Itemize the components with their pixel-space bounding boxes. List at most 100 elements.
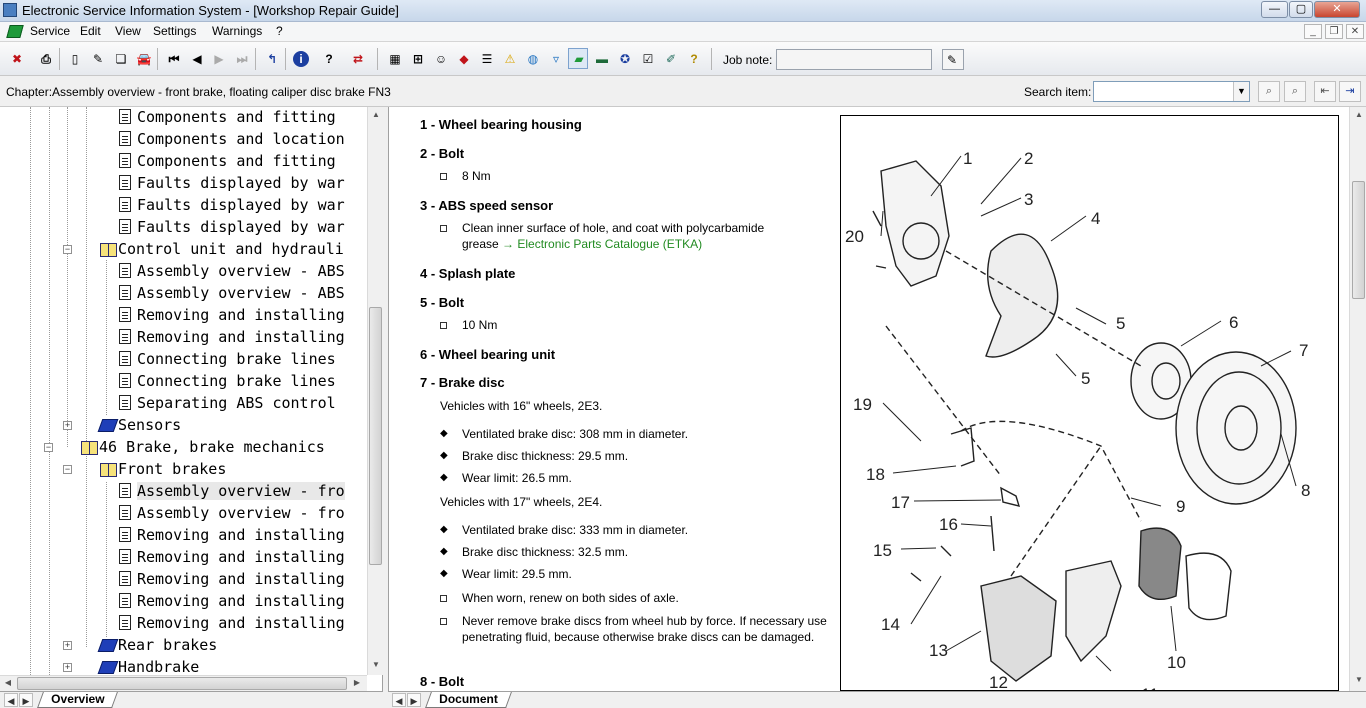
doc-tab-next-icon[interactable]: ▶ [407,693,421,707]
globe-button[interactable]: ◍ [522,48,542,69]
tab-prev-icon[interactable]: ◀ [4,693,18,707]
scroll-left-icon[interactable]: ◀ [0,678,16,687]
expand-right-button[interactable]: ⇥ [1339,81,1361,102]
maximize-button[interactable]: ▢ [1289,1,1313,18]
collapse-icon[interactable]: − [63,465,72,474]
warning-button[interactable]: ⚠ [499,48,519,69]
expand-icon[interactable]: + [63,641,72,650]
next-button[interactable]: ▶ [208,48,228,69]
tree-item[interactable]: Removing and installing [0,305,367,327]
exit-button[interactable]: ✖ [6,48,26,69]
close-button[interactable]: ✕ [1314,1,1360,18]
doc-scroll-up-icon[interactable]: ▲ [1351,110,1366,119]
search-next-button[interactable]: ⌕ [1284,81,1306,102]
mdi-close-icon[interactable]: ✕ [1346,24,1364,39]
collapse-icon[interactable]: − [63,245,72,254]
menu-service[interactable]: Service [30,24,70,38]
tree-item[interactable]: − 46 Brake, brake mechanics [0,437,367,459]
tab-overview[interactable]: Overview [37,692,119,708]
checklist-button[interactable]: ☑ [637,48,657,69]
new-document-button[interactable]: ▯ [64,48,84,69]
menu-edit[interactable]: Edit [80,24,101,38]
tree-vertical-scrollbar[interactable]: ▲ ▼ [367,107,383,675]
tree-item[interactable]: Faults displayed by war [0,173,367,195]
search-prev-button[interactable]: ⌕ [1258,81,1280,102]
tree-item[interactable]: Assembly overview - ABS [0,283,367,305]
doc-tab-prev-icon[interactable]: ◀ [392,693,406,707]
tree-horizontal-scrollbar[interactable]: ◀ ▶ [0,675,367,691]
menu-settings[interactable]: Settings [153,24,196,38]
mdi-minimize-icon[interactable]: _ [1304,24,1322,39]
tree-item[interactable]: − Front brakes [0,459,367,481]
tree-item[interactable]: Connecting brake lines [0,371,367,393]
scroll-right-icon[interactable]: ▶ [349,678,365,687]
search-select[interactable]: ▼ [1093,81,1250,102]
tree-item[interactable]: + Rear brakes [0,635,367,657]
expand-icon[interactable]: + [63,421,72,430]
tree-item[interactable]: + Sensors [0,415,367,437]
minimize-button[interactable]: — [1261,1,1288,18]
collapse-icon[interactable]: − [44,443,53,452]
up-level-button[interactable]: ↰ [261,48,281,69]
expand-icon[interactable]: + [63,663,72,672]
person-button[interactable]: ☺ [430,48,450,69]
swap-button[interactable]: ⇄ [347,48,367,69]
book-help-button[interactable]: ? [683,48,703,69]
info-button[interactable]: i [290,48,310,69]
tree-item[interactable]: Removing and installing [0,547,367,569]
print-button[interactable]: ⎙ [35,48,55,69]
tree-item[interactable]: Faults displayed by war [0,217,367,239]
vehicle-button[interactable]: 🚘 [133,48,153,69]
tree-hscroll-thumb[interactable] [17,677,347,690]
menu-view[interactable]: View [115,24,141,38]
tree-item[interactable]: Connecting brake lines [0,349,367,371]
job-note-button[interactable]: ✎ [942,49,964,70]
tree-item[interactable]: Removing and installing [0,591,367,613]
calculator-button[interactable]: ▦ [384,48,404,69]
etka-link[interactable]: → Electronic Parts Catalogue (ETKA) [502,237,702,251]
document-vertical-scrollbar[interactable]: ▲ ▼ [1349,107,1366,691]
tree-item[interactable]: Removing and installing [0,613,367,635]
scroll-down-icon[interactable]: ▼ [368,660,384,669]
menu-help[interactable]: ? [276,24,283,38]
document-list-button[interactable]: ☰ [476,48,496,69]
service-mode-button[interactable]: ▰ [568,48,588,69]
tab-next-icon[interactable]: ▶ [19,693,33,707]
edit-document-button[interactable]: ✎ [87,48,107,69]
doc-vscroll-thumb[interactable] [1352,181,1365,299]
menu-warnings[interactable]: Warnings [212,24,262,38]
doc-scroll-down-icon[interactable]: ▼ [1351,675,1366,684]
callout-1: 1 [963,149,972,168]
help-button[interactable]: ? [318,48,338,69]
tree-item[interactable]: Components and fitting [0,107,367,129]
tree-item[interactable]: Removing and installing [0,525,367,547]
copy-document-button[interactable]: ❏ [110,48,130,69]
tree-item[interactable]: + Handbrake [0,657,367,675]
scroll-up-icon[interactable]: ▲ [368,110,384,119]
tree-item[interactable]: − Control unit and hydrauli [0,239,367,261]
job-note-input[interactable] [776,49,932,70]
tree-item[interactable]: Removing and installing [0,327,367,349]
collapse-left-button[interactable]: ⇤ [1314,81,1336,102]
car-diagnosis-button[interactable]: ▬ [591,48,611,69]
first-button[interactable]: ⏮ [163,48,183,69]
tree-item[interactable]: Assembly overview - fro [0,481,367,503]
filter-button[interactable]: ▿ [545,48,565,69]
tab-document[interactable]: Document [425,692,512,708]
tree-item[interactable]: Components and location [0,129,367,151]
chevron-down-icon[interactable]: ▼ [1233,82,1249,101]
tree-item[interactable]: Faults displayed by war [0,195,367,217]
last-button[interactable]: ⏭ [231,48,251,69]
tree-vscroll-thumb[interactable] [369,307,382,565]
tree-item[interactable]: Removing and installing [0,569,367,591]
tree-item[interactable]: Components and fitting [0,151,367,173]
tree-item[interactable]: Separating ABS control [0,393,367,415]
previous-button[interactable]: ◀ [186,48,206,69]
mdi-restore-icon[interactable]: ❐ [1325,24,1343,39]
tree-item[interactable]: Assembly overview - ABS [0,261,367,283]
tree-item[interactable]: Assembly overview - fro [0,503,367,525]
components-button[interactable]: ⊞ [407,48,427,69]
car-info-button[interactable]: ✪ [614,48,634,69]
manual-button[interactable]: ◆ [453,48,473,69]
book-edit-button[interactable]: ✐ [660,48,680,69]
